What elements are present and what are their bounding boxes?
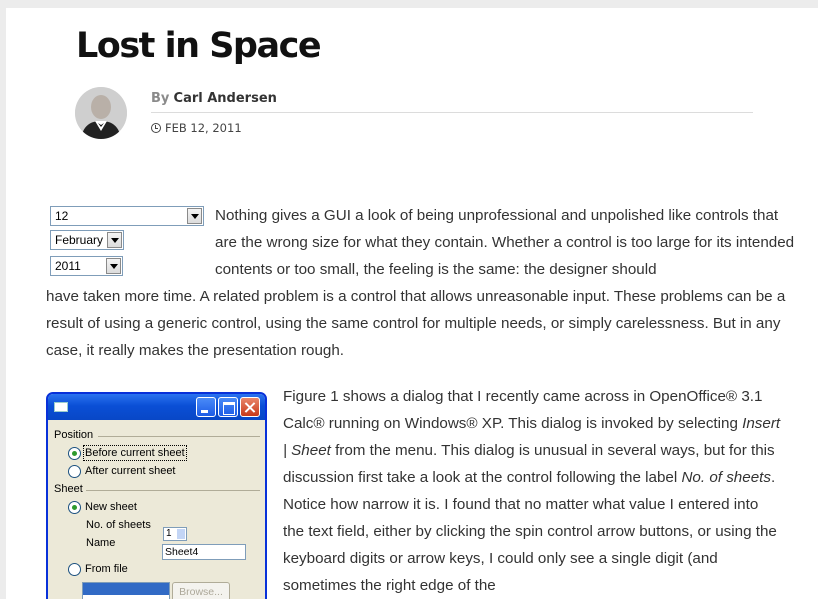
app-icon: [54, 402, 68, 412]
byline: By Carl Andersen: [151, 91, 277, 106]
close-icon[interactable]: [240, 397, 260, 417]
chevron-down-icon[interactable]: [107, 232, 122, 248]
insert-sheet-dialog-figure: Position Before current sheet After curr…: [46, 392, 267, 599]
p2-label: No. of sheets: [681, 469, 771, 486]
paragraph-1-intro: Nothing gives a GUI a look of being unpr…: [215, 207, 795, 278]
maximize-icon[interactable]: [218, 397, 238, 417]
post-date: FEB 12, 2011: [151, 121, 242, 135]
article-page: Lost in Space By Carl Andersen FEB 12, 2…: [6, 8, 818, 599]
post-date-text: FEB 12, 2011: [165, 121, 242, 135]
chevron-down-icon[interactable]: [187, 208, 202, 224]
month-combo[interactable]: February: [50, 230, 124, 250]
sheet-group-label: Sheet: [54, 483, 83, 495]
author-avatar[interactable]: [75, 87, 127, 139]
byline-prefix: By: [151, 91, 170, 106]
year-combo[interactable]: 2011: [50, 256, 123, 276]
from-file-label[interactable]: From file: [85, 563, 128, 575]
file-list-selection: [83, 583, 169, 595]
dialog-titlebar: [48, 394, 265, 420]
paragraph-2: Figure 1 shows a dialog that I recently …: [283, 383, 783, 599]
after-sheet-radio[interactable]: [68, 465, 81, 478]
sheet-name-input[interactable]: Sheet4: [162, 544, 246, 560]
from-file-radio[interactable]: [68, 563, 81, 576]
author-link[interactable]: Carl Andersen: [174, 91, 277, 106]
new-sheet-label[interactable]: New sheet: [85, 501, 137, 513]
month-combo-value: February: [55, 233, 104, 247]
position-group-line: [98, 436, 260, 437]
position-group-label: Position: [54, 429, 94, 441]
p2-start: Figure 1 shows a dialog that I recently …: [283, 388, 763, 432]
new-sheet-radio[interactable]: [68, 501, 81, 514]
article-title: Lost in Space: [76, 26, 322, 66]
file-list[interactable]: [82, 582, 170, 599]
paragraph-1-continued: have taken more time. A related problem …: [46, 288, 786, 359]
before-sheet-label[interactable]: Before current sheet: [83, 445, 187, 461]
name-label: Name: [86, 537, 116, 549]
p2-end: . Notice how narrow it is. I found that …: [283, 469, 777, 594]
day-combo-value: 12: [55, 209, 69, 223]
before-sheet-radio[interactable]: [68, 447, 81, 460]
minimize-icon[interactable]: [196, 397, 216, 417]
clock-icon: [151, 123, 161, 133]
no-of-sheets-label: No. of sheets: [86, 519, 151, 531]
sheet-group-line: [86, 490, 260, 491]
byline-divider: [151, 112, 753, 113]
author-photo: [75, 87, 127, 139]
after-sheet-label[interactable]: After current sheet: [85, 465, 176, 477]
no-of-sheets-spinner[interactable]: 1: [163, 527, 187, 541]
chevron-down-icon[interactable]: [106, 258, 121, 274]
day-combo[interactable]: 12: [50, 206, 204, 226]
year-combo-value: 2011: [55, 259, 81, 273]
browse-button[interactable]: Browse...: [172, 582, 230, 599]
